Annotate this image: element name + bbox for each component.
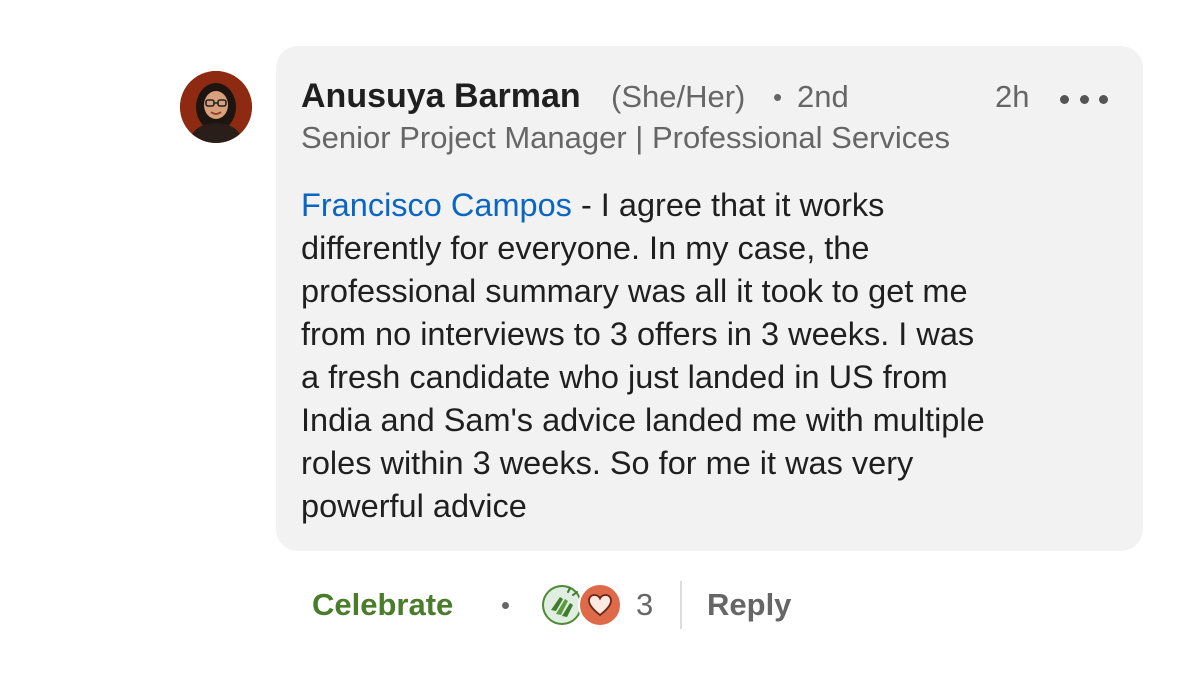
ellipsis-dot [1079, 94, 1089, 104]
comment-line: Francisco Campos - I agree that it works [301, 184, 1121, 227]
ellipsis-dot [1099, 94, 1108, 104]
action-divider [680, 581, 682, 629]
comment-body: Francisco Campos - I agree that it works… [301, 184, 1121, 528]
author-headline: Senior Project Manager | Professional Se… [301, 120, 951, 155]
comment-line: roles within 3 weeks. So for me it was v… [301, 445, 914, 481]
profile-photo [180, 71, 252, 143]
celebrate-reaction-button[interactable]: Celebrate [312, 585, 453, 625]
more-options-button[interactable] [1060, 84, 1108, 114]
header-separator: • [773, 82, 783, 112]
reactions-summary[interactable] [540, 583, 624, 627]
reply-button[interactable]: Reply [707, 585, 791, 625]
love-icon [578, 583, 622, 627]
comment-line: a fresh candidate who just landed in US … [301, 359, 948, 395]
comment-line: differently for everyone. In my case, th… [301, 230, 870, 266]
action-separator [502, 602, 509, 609]
comment-line: powerful advice [301, 488, 527, 524]
connection-degree: 2nd [797, 79, 849, 114]
comment-line: India and Sam's advice landed me with mu… [301, 402, 985, 438]
ellipsis-horizontal-icon [1060, 94, 1069, 104]
author-name[interactable]: Anusuya Barman [301, 76, 581, 116]
author-pronouns: (She/Her) [611, 79, 746, 114]
comment-text-segment: - I agree that it works [571, 187, 885, 223]
reaction-count[interactable]: 3 [636, 585, 653, 625]
author-avatar[interactable] [180, 71, 252, 143]
comment-line: from no interviews to 3 offers in 3 week… [301, 316, 975, 352]
comment-timestamp: 2h [995, 79, 1030, 114]
comment-line: professional summary was all it took to … [301, 273, 968, 309]
mention-link[interactable]: Francisco Campos [301, 187, 572, 223]
